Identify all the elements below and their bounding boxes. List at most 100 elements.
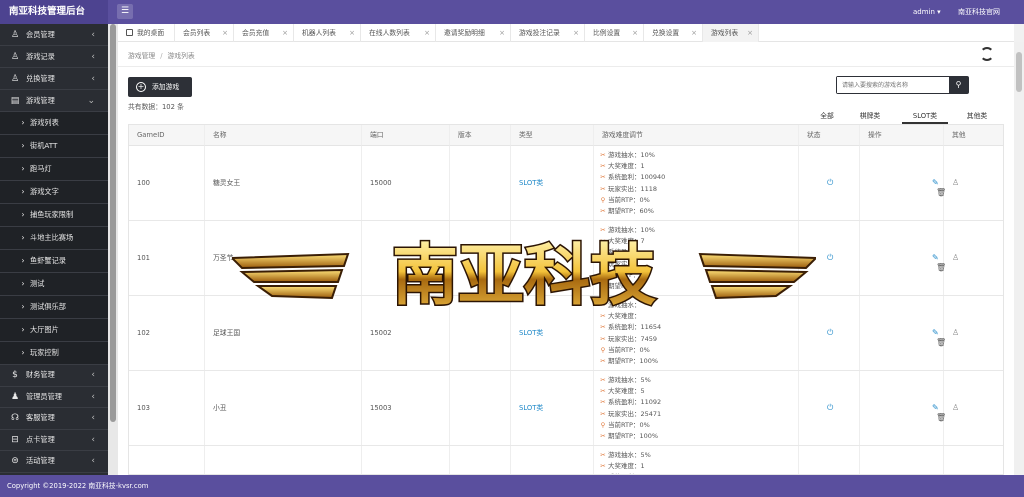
sidebar-item-label: 大厅图片 [30, 325, 59, 334]
close-icon[interactable]: × [691, 24, 697, 42]
sidebar-subitem[interactable]: › 游戏文字 [0, 181, 108, 204]
param-label: 当前RTP： [608, 420, 640, 429]
filter-tab[interactable]: 棋牌类 [851, 108, 889, 124]
sidebar-item[interactable]: ♙ 游戏记录 ‹ [0, 46, 108, 68]
sidebar-item-label: 测试 [30, 279, 45, 288]
sidebar-item-label: 斗地主比赛场 [30, 233, 74, 242]
page-scrollbar[interactable] [1014, 42, 1024, 475]
tab-5[interactable]: 在线人数列表 × [361, 24, 436, 42]
sidebar-item[interactable]: ▤ 游戏管理 ⌄ [0, 90, 108, 112]
menu-toggle-button[interactable]: ☰ [117, 4, 133, 19]
tab-4[interactable]: 机器人列表 × [294, 24, 361, 42]
close-icon[interactable]: × [573, 24, 579, 42]
search-button[interactable]: ⚲ [949, 77, 968, 93]
user-menu[interactable]: admin ▾ [913, 0, 941, 24]
param-value: 11654 [640, 323, 662, 332]
sidebar-subitem[interactable]: › 玩家控制 [0, 342, 108, 365]
sidebar-subitem[interactable]: › 测试俱乐部 [0, 296, 108, 319]
edit-icon[interactable]: ✎ [932, 328, 939, 337]
tab-label: 比例设置 [593, 29, 621, 37]
sidebar-item[interactable]: ⊟ 点卡管理 ‹ [0, 430, 108, 451]
edit-icon[interactable]: ✎ [932, 178, 939, 187]
tab-1[interactable]: 我的桌面 [118, 24, 175, 42]
sidebar-item-label: 捕鱼玩家限制 [30, 210, 74, 219]
cell-id: 103 [137, 404, 150, 412]
tab-9[interactable]: 兑换设置 × [644, 24, 703, 42]
table-cell: ✎🗑 [860, 146, 946, 220]
sidebar-subitem[interactable]: › 街机ATT [0, 135, 108, 158]
power-icon[interactable]: ⏻ [827, 178, 833, 188]
close-icon[interactable]: × [424, 24, 430, 42]
page-scroll-thumb[interactable] [1016, 52, 1022, 92]
sidebar-subitem[interactable]: › 捕鱼玩家限制 [0, 204, 108, 227]
total-count: 共有数据：102 条 [128, 103, 184, 111]
close-icon[interactable]: × [747, 24, 753, 42]
cell-name: 足球王国 [213, 329, 241, 337]
sidebar-subitem[interactable]: › 测试 [0, 273, 108, 296]
tab-7[interactable]: 游戏投注记录 × [511, 24, 585, 42]
sidebar-scrollbar[interactable] [108, 24, 118, 475]
chevron-right-icon: › [21, 210, 25, 219]
refresh-icon[interactable] [980, 47, 994, 61]
param-value: 100940 [640, 173, 666, 182]
sidebar-subitem[interactable]: › 鱼虾蟹记录 [0, 250, 108, 273]
close-icon[interactable]: × [349, 24, 355, 42]
table-cell: 102 [129, 296, 205, 370]
sidebar-subitem[interactable]: › 斗地主比赛场 [0, 227, 108, 250]
column-header: 其他 [944, 125, 1003, 146]
tab-6[interactable]: 邀请奖励明细 × [436, 24, 511, 42]
sidebar-item[interactable]: ⊜ 活动管理 ‹ [0, 451, 108, 473]
power-icon[interactable]: ⏻ [827, 403, 833, 413]
param-value: 0% [639, 345, 650, 354]
users-icon: ♟ [10, 391, 20, 402]
chevron-left-icon: ‹ [91, 413, 95, 424]
user-icon: ♙ [10, 73, 20, 84]
sidebar-subitem[interactable]: › 跑马灯 [0, 158, 108, 181]
sidebar-item[interactable]: ♙ 会员管理 ‹ [0, 24, 108, 46]
scissors-icon: ✂ [600, 357, 606, 366]
chevron-down-icon: ⌄ [87, 95, 95, 106]
power-icon[interactable]: ⏻ [827, 253, 833, 263]
sidebar-item[interactable]: ♙ 兑换管理 ‹ [0, 68, 108, 90]
breadcrumb-parent[interactable]: 游戏管理 [128, 52, 155, 60]
tab-2[interactable]: 会员列表 × [175, 24, 234, 42]
sidebar-subitem[interactable]: › 大厅图片 [0, 319, 108, 342]
tab-8[interactable]: 比例设置 × [585, 24, 644, 42]
sidebar-scroll-thumb[interactable] [110, 24, 116, 422]
table-cell [205, 446, 362, 474]
person-icon[interactable]: ♙ [952, 403, 959, 413]
grid-icon: ▤ [10, 95, 20, 106]
edit-icon[interactable]: ✎ [932, 253, 939, 262]
param-line: ✂ 大奖难度：1 [598, 461, 665, 472]
param-line: ✂ 游戏抽水：5% [598, 375, 661, 386]
close-icon[interactable]: × [222, 24, 228, 42]
tab-10[interactable]: 游戏列表 × [703, 24, 759, 42]
close-icon[interactable]: × [282, 24, 288, 42]
filter-tab[interactable]: 其他类 [958, 108, 996, 124]
sidebar-item[interactable]: ☊ 客服管理 ‹ [0, 408, 108, 430]
cell-type: SLOT类 [519, 329, 544, 337]
sidebar-item[interactable]: ♟ 管理员管理 ‹ [0, 387, 108, 408]
param-label: 系统盈利： [608, 323, 641, 332]
param-line: ⚲ 当前RTP：0% [598, 420, 661, 431]
cell-port: 15003 [370, 404, 392, 412]
search-input[interactable] [837, 77, 949, 93]
close-icon[interactable]: × [499, 24, 505, 42]
tab-3[interactable]: 会员充值 × [234, 24, 294, 42]
person-icon[interactable]: ♙ [952, 253, 959, 263]
person-icon[interactable]: ♙ [952, 178, 959, 188]
param-value: 0% [639, 195, 650, 204]
dollar-icon: $ [12, 370, 18, 381]
edit-icon[interactable]: ✎ [932, 403, 939, 412]
site-link[interactable]: 南亚科技官网 [958, 0, 1000, 24]
sidebar-item[interactable]: $ 财务管理 ‹ [0, 365, 108, 387]
sidebar-subitem[interactable]: › 游戏列表 [0, 112, 108, 135]
filter-tab[interactable]: SLOT类 [902, 108, 948, 124]
chevron-right-icon: › [21, 302, 25, 311]
person-icon[interactable]: ♙ [952, 328, 959, 338]
add-game-button[interactable]: + 添加游戏 [128, 77, 192, 97]
param-line: ✂ 期望RTP：100% [598, 356, 661, 367]
power-icon[interactable]: ⏻ [827, 328, 833, 338]
close-icon[interactable]: × [632, 24, 638, 42]
filter-tab[interactable]: 全部 [808, 108, 846, 124]
